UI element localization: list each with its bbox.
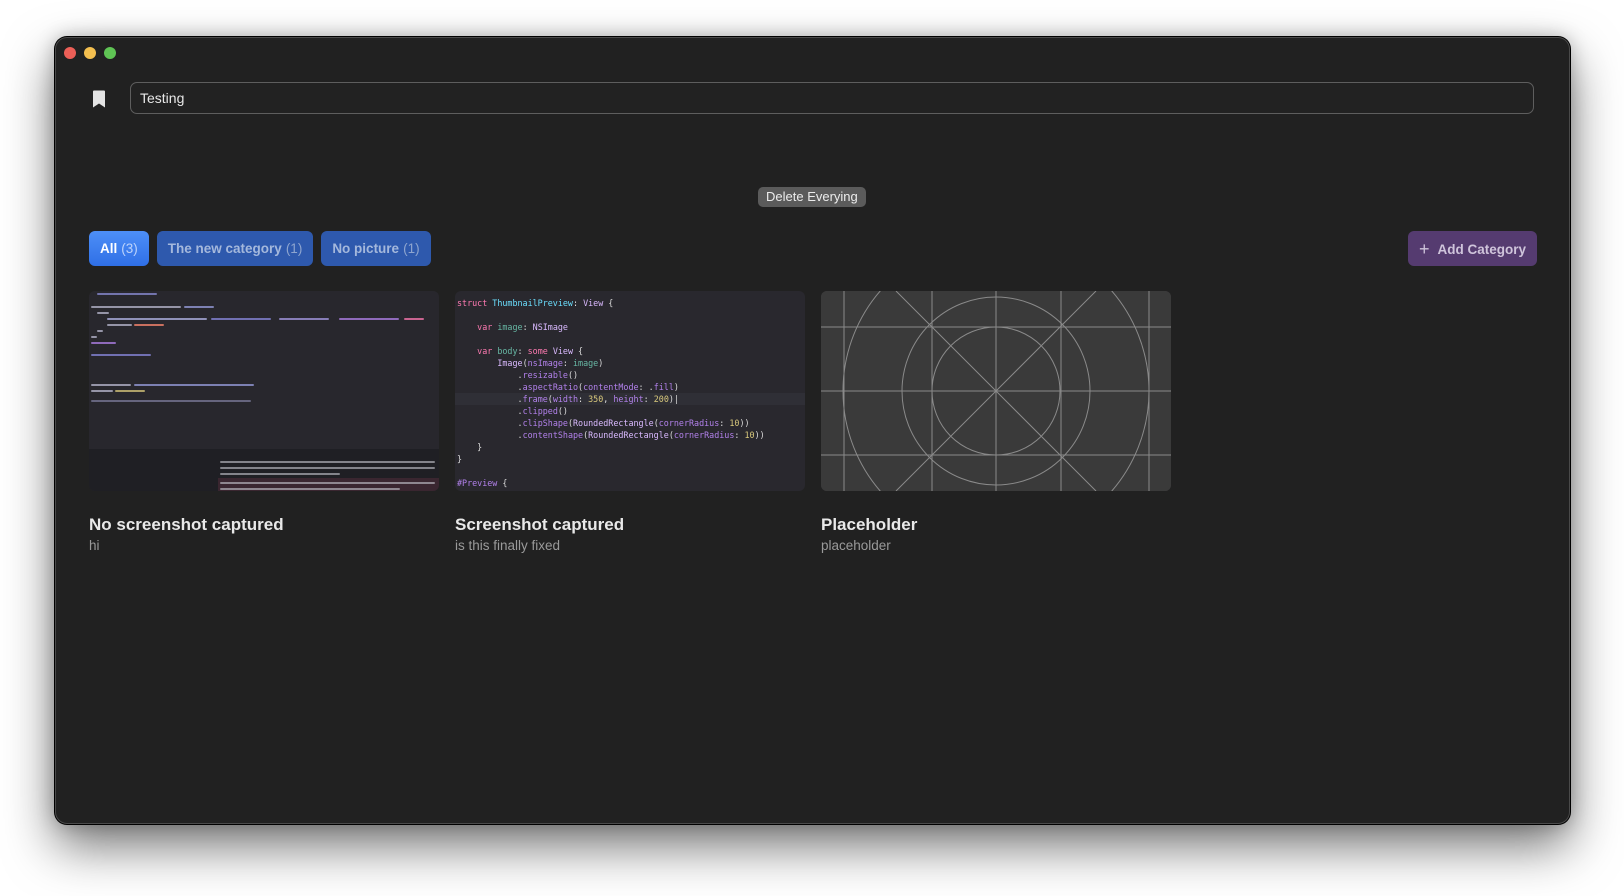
card-title: Screenshot captured bbox=[455, 515, 625, 534]
code-line-blurred bbox=[91, 390, 113, 392]
code-line-blurred bbox=[91, 342, 116, 344]
card-subtitle: hi bbox=[89, 538, 100, 553]
category-label: No picture bbox=[332, 241, 400, 256]
category-count: (1) bbox=[285, 241, 303, 256]
code-line: .clipped() bbox=[457, 406, 568, 416]
item-grid: No screenshot captured hi struct Thumbna… bbox=[89, 291, 1171, 553]
console-line-blurred bbox=[220, 467, 435, 469]
item-card[interactable]: struct ThumbnailPreview: View { var imag… bbox=[455, 291, 805, 553]
category-count: (3) bbox=[121, 241, 138, 256]
code-line: var body: some View { bbox=[477, 346, 584, 356]
delete-everything-button[interactable]: Delete Everying bbox=[758, 187, 866, 207]
bookmark-icon[interactable] bbox=[92, 90, 106, 108]
category-label: All bbox=[100, 241, 118, 256]
code-line: struct ThumbnailPreview: View { bbox=[457, 298, 614, 308]
code-line-blurred bbox=[97, 293, 157, 295]
code-line-blurred bbox=[339, 318, 399, 320]
code-line-blurred bbox=[97, 312, 109, 314]
code-line: Image(nsImage: image) bbox=[497, 358, 604, 368]
window-controls bbox=[64, 47, 116, 59]
code-line-blurred bbox=[91, 306, 181, 308]
category-tabs: All (3) The new category (1) No picture (1) bbox=[89, 231, 431, 266]
code-line: .clipShape(RoundedRectangle(cornerRadius… bbox=[457, 418, 750, 428]
add-category-label: Add Category bbox=[1437, 242, 1527, 257]
code-line: .aspectRatio(contentMode: .fill) bbox=[457, 382, 679, 392]
placeholder-thumbnail bbox=[821, 291, 1171, 491]
code-line: .frame(width: 350, height: 200)| bbox=[455, 393, 805, 405]
code-line-blurred bbox=[91, 336, 97, 338]
category-tab-no-picture[interactable]: No picture (1) bbox=[321, 231, 431, 266]
placeholder-grid-icon bbox=[821, 291, 1171, 491]
close-window-button[interactable] bbox=[64, 47, 76, 59]
code-line-blurred bbox=[279, 318, 329, 320]
code-line-blurred bbox=[97, 330, 103, 332]
card-title: No screenshot captured bbox=[89, 515, 284, 534]
code-line: } bbox=[457, 442, 483, 452]
code-line: .contentShape(RoundedRectangle(cornerRad… bbox=[457, 430, 765, 440]
code-line-blurred bbox=[115, 390, 145, 392]
search-input[interactable] bbox=[130, 82, 1534, 114]
code-line: #Preview { bbox=[457, 478, 508, 488]
ide-screenshot-image bbox=[89, 291, 439, 491]
code-line-blurred bbox=[91, 384, 131, 386]
card-title: Placeholder bbox=[821, 515, 918, 534]
console-line-blurred bbox=[220, 488, 400, 490]
category-count: (1) bbox=[403, 241, 420, 256]
minimize-window-button[interactable] bbox=[84, 47, 96, 59]
card-subtitle: placeholder bbox=[821, 538, 891, 553]
ide-screenshot-thumbnail bbox=[89, 291, 439, 491]
code-line-blurred bbox=[91, 400, 251, 402]
item-card[interactable]: No screenshot captured hi bbox=[89, 291, 439, 553]
console-line-blurred bbox=[220, 473, 340, 475]
maximize-window-button[interactable] bbox=[104, 47, 116, 59]
code-line-blurred bbox=[184, 306, 214, 308]
code-line-blurred bbox=[211, 318, 271, 320]
category-label: The new category bbox=[167, 241, 282, 256]
code-screenshot-thumbnail: struct ThumbnailPreview: View { var imag… bbox=[455, 291, 805, 491]
item-card[interactable]: Placeholder placeholder bbox=[821, 291, 1171, 553]
code-line: } bbox=[457, 454, 463, 464]
code-line-blurred bbox=[107, 318, 207, 320]
code-line-blurred bbox=[91, 354, 151, 356]
code-line-blurred bbox=[134, 324, 164, 326]
code-line-blurred bbox=[107, 324, 132, 326]
card-subtitle: is this finally fixed bbox=[455, 538, 561, 553]
code-snippet: struct ThumbnailPreview: View { var imag… bbox=[455, 297, 805, 489]
code-line-blurred bbox=[134, 384, 254, 386]
code-line-blurred bbox=[404, 318, 424, 320]
add-category-button[interactable]: + Add Category bbox=[1408, 231, 1538, 266]
console-line-blurred bbox=[220, 482, 435, 484]
app-window: Delete Everying All(3) The new category(… bbox=[55, 37, 1570, 824]
plus-icon: + bbox=[1419, 239, 1430, 259]
console-line-blurred bbox=[220, 461, 435, 463]
category-tab-all[interactable]: All (3) bbox=[89, 231, 149, 266]
code-line: var image: NSImage bbox=[477, 322, 568, 332]
category-tab-the-new-category[interactable]: The new category (1) bbox=[156, 231, 314, 266]
code-line: .resizable() bbox=[457, 370, 579, 380]
